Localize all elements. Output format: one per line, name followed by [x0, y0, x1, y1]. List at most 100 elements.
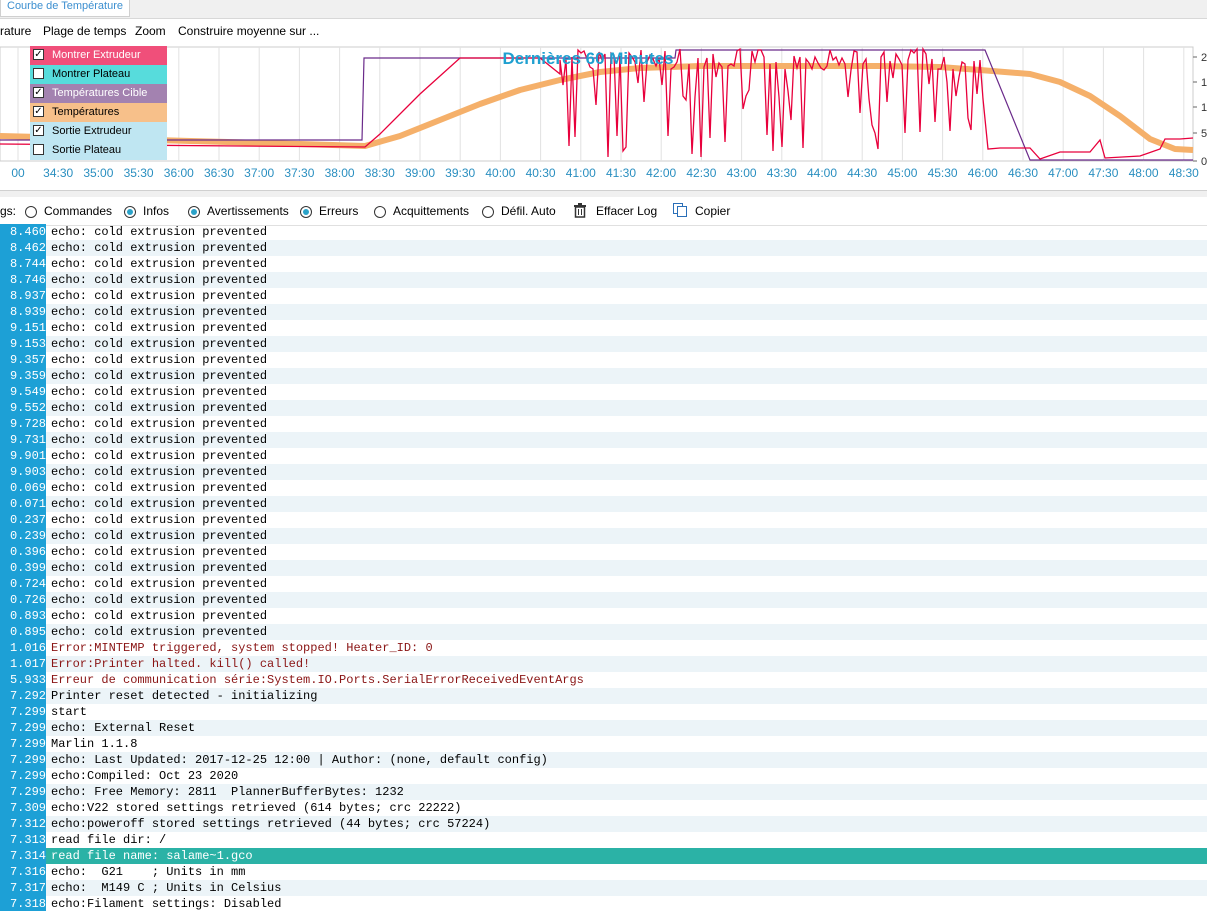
log-row[interactable]: 7.299 echo: Last Updated: 2017-12-25 12:0… — [0, 752, 1207, 768]
commands-radio[interactable] — [25, 206, 37, 218]
log-message: echo: cold extrusion prevented — [51, 289, 268, 303]
temperature-chart[interactable]: 00 34:30 35:00 35:30 36:00 36:30 37:00 37:30 38:… — [0, 44, 1207, 190]
copy-icon[interactable] — [672, 202, 688, 221]
log-row[interactable]: 0.399 echo: cold extrusion prevented — [0, 560, 1207, 576]
log-row[interactable]: 7.299 echo: External Reset — [0, 720, 1207, 736]
autoscroll-radio[interactable] — [482, 206, 494, 218]
log-row[interactable]: 8.462 echo: cold extrusion prevented — [0, 240, 1207, 256]
infos-label[interactable]: Infos — [143, 204, 169, 218]
log-row[interactable]: 5.933 Erreur de communication série:Syste… — [0, 672, 1207, 688]
log-row[interactable]: 0.239 echo: cold extrusion prevented — [0, 528, 1207, 544]
log-row[interactable]: 7.299 echo: Free Memory: 2811 PlannerBuff… — [0, 784, 1207, 800]
legend-label: Sortie Extrudeur — [52, 125, 132, 137]
legend-checkbox-checked[interactable]: ✓ — [33, 49, 44, 60]
legend-item[interactable]: ✓ Températures Cible — [30, 84, 167, 103]
log-row[interactable]: 8.939 echo: cold extrusion prevented — [0, 304, 1207, 320]
warnings-radio[interactable] — [188, 206, 200, 218]
menu-temperature[interactable]: rature — [0, 24, 31, 38]
warnings-label[interactable]: Avertissements — [207, 204, 289, 218]
menu-time-range[interactable]: Plage de temps — [43, 24, 126, 38]
log-row[interactable]: 7.309 echo:V22 stored settings retrieved … — [0, 800, 1207, 816]
log-row[interactable]: 7.317 echo: M149 C ; Units in Celsius — [0, 880, 1207, 896]
legend-checkbox[interactable] — [33, 144, 44, 155]
log-row[interactable]: 7.316 echo: G21 ; Units in mm — [0, 864, 1207, 880]
log-row[interactable]: 0.396 echo: cold extrusion prevented — [0, 544, 1207, 560]
log-row[interactable]: 9.552 echo: cold extrusion prevented — [0, 400, 1207, 416]
log-message: echo: cold extrusion prevented — [51, 609, 268, 623]
legend-item[interactable]: ✓ Températures — [30, 103, 167, 122]
x-tick-label: 48:30 — [1169, 166, 1199, 180]
log-row[interactable]: 8.744 echo: cold extrusion prevented — [0, 256, 1207, 272]
log-list[interactable]: 8.460 echo: cold extrusion prevented 8.462… — [0, 224, 1207, 911]
log-row[interactable]: 7.312 echo:poweroff stored settings retri… — [0, 816, 1207, 832]
x-tick-label: 40:30 — [526, 166, 556, 180]
log-message: Error:Printer halted. kill() called! — [51, 657, 311, 671]
errors-radio[interactable] — [300, 206, 312, 218]
log-row[interactable]: 0.724 echo: cold extrusion prevented — [0, 576, 1207, 592]
log-row[interactable]: 7.299 echo:Compiled: Oct 23 2020 — [0, 768, 1207, 784]
log-row[interactable]: 0.237 echo: cold extrusion prevented — [0, 512, 1207, 528]
x-tick-label: 38:30 — [365, 166, 395, 180]
legend-checkbox-checked[interactable]: ✓ — [33, 106, 44, 117]
log-message: echo:Compiled: Oct 23 2020 — [51, 769, 239, 783]
log-row[interactable]: 1.017 Error:Printer halted. kill() called… — [0, 656, 1207, 672]
menu-zoom[interactable]: Zoom — [135, 24, 166, 38]
log-message: echo: cold extrusion prevented — [51, 625, 268, 639]
log-row[interactable]: 9.151 echo: cold extrusion prevented — [0, 320, 1207, 336]
acknowledgements-radio[interactable] — [374, 206, 386, 218]
log-row[interactable]: 0.071 echo: cold extrusion prevented — [0, 496, 1207, 512]
legend-item[interactable]: ✓ Montrer Extrudeur — [30, 46, 167, 65]
log-row[interactable]: 0.726 echo: cold extrusion prevented — [0, 592, 1207, 608]
copy-button[interactable]: Copier — [695, 204, 730, 218]
errors-label[interactable]: Erreurs — [319, 204, 358, 218]
x-tick-label: 34:30 — [43, 166, 73, 180]
trash-icon[interactable] — [572, 202, 588, 221]
log-row[interactable]: 7.314 read file name: salame~1.gco — [0, 848, 1207, 864]
legend-item[interactable]: ✓ Sortie Extrudeur — [30, 122, 167, 141]
log-row[interactable]: 8.746 echo: cold extrusion prevented — [0, 272, 1207, 288]
log-row[interactable]: 8.937 echo: cold extrusion prevented — [0, 288, 1207, 304]
log-message: echo:V22 stored settings retrieved (614 … — [51, 801, 462, 815]
infos-radio[interactable] — [124, 206, 136, 218]
menu-build-average[interactable]: Construire moyenne sur ... — [178, 24, 319, 38]
log-message: read file dir: / — [51, 833, 167, 847]
log-row[interactable]: 7.299 start — [0, 704, 1207, 720]
autoscroll-label[interactable]: Défil. Auto — [501, 204, 556, 218]
x-tick-label: 35:00 — [83, 166, 113, 180]
log-row[interactable]: 1.016 Error:MINTEMP triggered, system sto… — [0, 640, 1207, 656]
log-timestamp: 5.933 — [0, 672, 46, 688]
log-timestamp: 0.726 — [0, 592, 46, 608]
x-tick-label: 43:30 — [767, 166, 797, 180]
log-row[interactable]: 7.313 read file dir: / — [0, 832, 1207, 848]
log-row[interactable]: 9.153 echo: cold extrusion prevented — [0, 336, 1207, 352]
log-row[interactable]: 0.069 echo: cold extrusion prevented — [0, 480, 1207, 496]
legend-checkbox-checked[interactable]: ✓ — [33, 87, 44, 98]
log-timestamp: 0.071 — [0, 496, 46, 512]
log-row[interactable]: 9.357 echo: cold extrusion prevented — [0, 352, 1207, 368]
log-row[interactable]: 9.549 echo: cold extrusion prevented — [0, 384, 1207, 400]
log-row[interactable]: 9.359 echo: cold extrusion prevented — [0, 368, 1207, 384]
clear-log-button[interactable]: Effacer Log — [596, 204, 657, 218]
x-tick-label: 47:30 — [1088, 166, 1118, 180]
log-row[interactable]: 7.292 Printer reset detected - initializi… — [0, 688, 1207, 704]
legend-checkbox-checked[interactable]: ✓ — [33, 125, 44, 136]
log-row[interactable]: 9.728 echo: cold extrusion prevented — [0, 416, 1207, 432]
legend-checkbox[interactable] — [33, 68, 44, 79]
log-row[interactable]: 9.903 echo: cold extrusion prevented — [0, 464, 1207, 480]
legend-item[interactable]: Montrer Plateau — [30, 65, 167, 84]
log-message: Printer reset detected - initializing — [51, 689, 318, 703]
log-message: echo: cold extrusion prevented — [51, 401, 268, 415]
log-row[interactable]: 0.893 echo: cold extrusion prevented — [0, 608, 1207, 624]
commands-label[interactable]: Commandes — [44, 204, 112, 218]
acknowledgements-label[interactable]: Acquittements — [393, 204, 469, 218]
legend-item[interactable]: Sortie Plateau — [30, 141, 167, 160]
log-row[interactable]: 9.731 echo: cold extrusion prevented — [0, 432, 1207, 448]
log-row[interactable]: 7.318 echo:Filament settings: Disabled — [0, 896, 1207, 911]
log-row[interactable]: 0.895 echo: cold extrusion prevented — [0, 624, 1207, 640]
x-tick-label: 44:30 — [847, 166, 877, 180]
log-row[interactable]: 9.901 echo: cold extrusion prevented — [0, 448, 1207, 464]
tab-temperature-curve[interactable]: Courbe de Température — [0, 0, 130, 17]
log-row[interactable]: 8.460 echo: cold extrusion prevented — [0, 224, 1207, 240]
log-timestamp: 7.299 — [0, 752, 46, 768]
log-row[interactable]: 7.299 Marlin 1.1.8 — [0, 736, 1207, 752]
